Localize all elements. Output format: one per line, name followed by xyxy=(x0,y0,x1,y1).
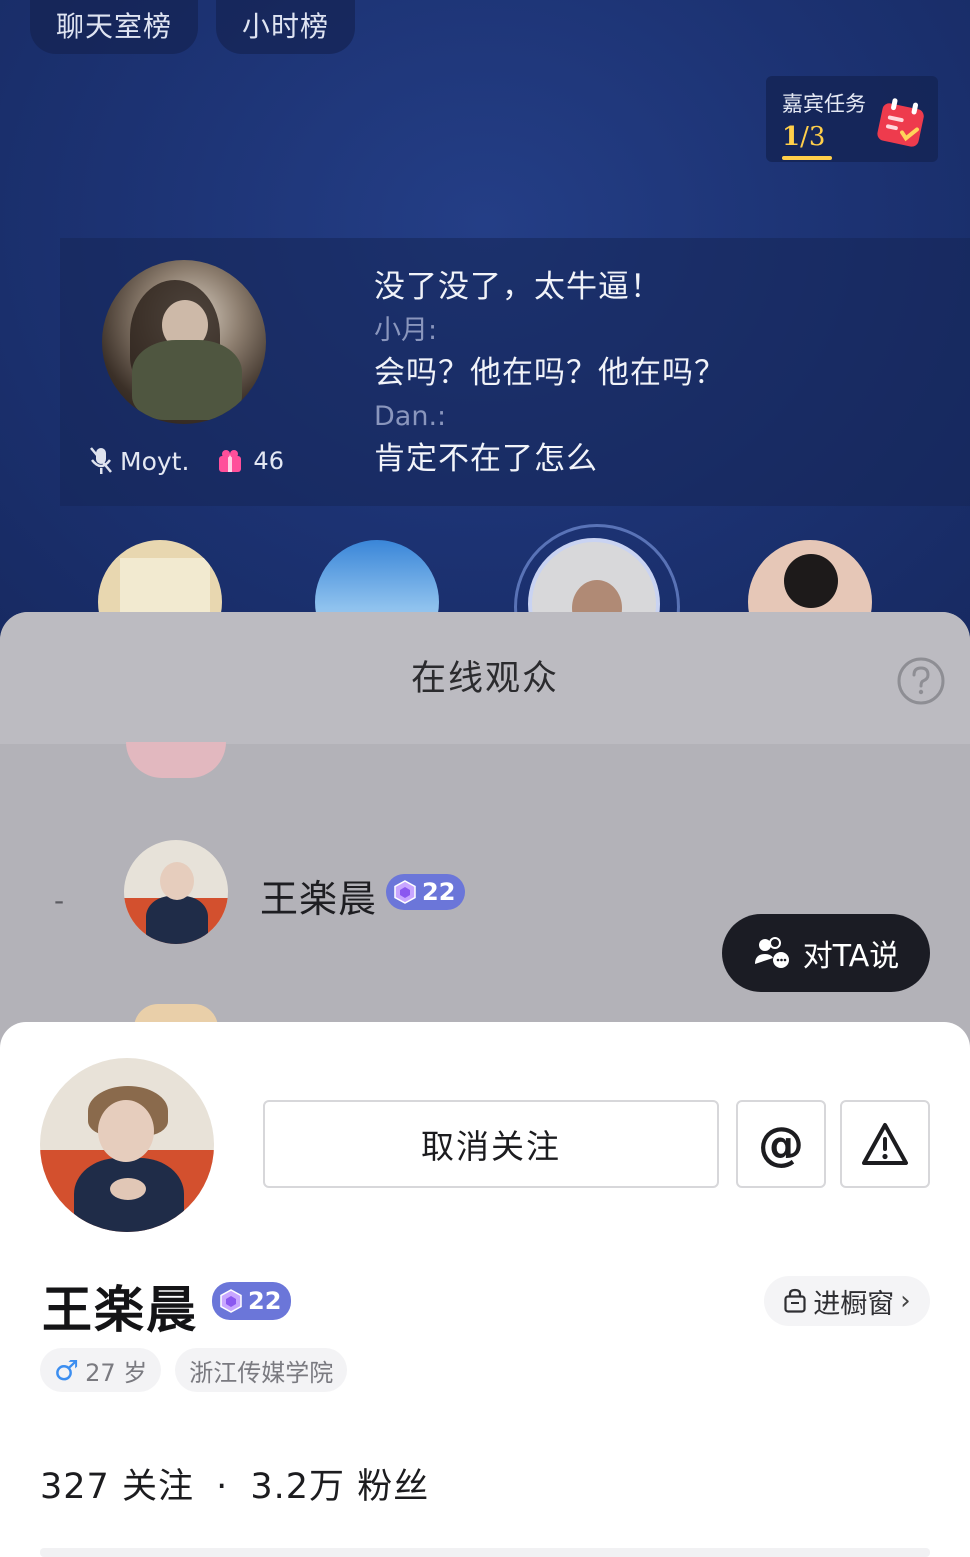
mention-button[interactable]: @ xyxy=(736,1100,826,1188)
fans-label[interactable]: 粉丝 xyxy=(357,1467,429,1507)
chat-sender: 小月: xyxy=(374,315,438,346)
guest-task-underline xyxy=(782,156,832,160)
chat-message: 没了没了，太牛逼！ xyxy=(374,269,662,305)
guest-seat-1-photo xyxy=(120,558,210,618)
profile-avatar-face xyxy=(98,1100,154,1162)
host-meta: Moyt. 46 xyxy=(88,444,284,478)
top-tabs: 聊天室榜 小时榜 xyxy=(30,0,356,54)
profile-avatar[interactable] xyxy=(40,1058,214,1232)
profile-level: 22 xyxy=(248,1287,282,1315)
mic-muted-icon xyxy=(90,447,112,474)
sheet-title: 在线观众 xyxy=(410,659,559,699)
guest-task-done: 1 xyxy=(782,122,801,152)
bottom-divider xyxy=(40,1548,930,1557)
audience-avatar[interactable] xyxy=(124,840,228,944)
chat-message: 会吗？他在吗？他在吗？ xyxy=(374,355,726,391)
tab-hourly-rank[interactable]: 小时榜 xyxy=(216,0,356,54)
profile-avatar-hands xyxy=(110,1178,146,1200)
chevron-right-icon: › xyxy=(900,1286,911,1316)
gift-icon xyxy=(219,450,242,472)
guest-task-label: 嘉宾任务 xyxy=(782,92,866,116)
at-icon: @ xyxy=(758,1117,804,1171)
guest-seat-4-photo xyxy=(784,554,838,608)
audience-avatar-coat xyxy=(146,896,208,944)
warning-icon xyxy=(862,1123,908,1165)
host-gift-count: 46 xyxy=(253,447,284,475)
app-screen: 聊天室榜 小时榜 嘉宾任务 1/3 Moyt. 46 没了没了，太牛逼！ 小月:… xyxy=(0,0,970,1557)
guest-task-progress: 1/3 xyxy=(782,122,825,152)
chat-messages: 没了没了，太牛逼！ 小月: 会吗？他在吗？他在吗？ Dan.: 肯定不在了怎么 xyxy=(374,266,726,481)
calendar-task-icon xyxy=(877,98,924,147)
shopping-bag-icon xyxy=(784,1288,806,1313)
live-room: 聊天室榜 小时榜 嘉宾任务 1/3 Moyt. 46 没了没了，太牛逼！ 小月:… xyxy=(0,0,970,690)
tab-chatroom-rank[interactable]: 聊天室榜 xyxy=(30,0,199,54)
audience-level: 22 xyxy=(422,878,456,906)
profile-name: 王楽晨 xyxy=(42,1281,198,1339)
profile-stats: 327 关注 · 3.2万 粉丝 xyxy=(40,1458,429,1509)
level-gem-icon xyxy=(220,1289,242,1313)
level-gem-icon xyxy=(394,880,416,904)
profile-level-badge: 22 xyxy=(212,1282,292,1320)
guest-task-widget[interactable]: 嘉宾任务 1/3 xyxy=(766,76,938,162)
user-profile-card: 取消关注 @ 王楽晨 22 进橱窗 › ♂ 27 岁 浙江传媒学院 327 关注… xyxy=(0,1022,970,1557)
fans-count[interactable]: 3.2万 xyxy=(250,1467,345,1507)
male-icon: ♂ xyxy=(54,1353,80,1387)
unfollow-button[interactable]: 取消关注 xyxy=(263,1100,719,1188)
audience-avatar-face xyxy=(160,862,194,900)
following-label[interactable]: 关注 xyxy=(122,1467,194,1507)
stats-separator: · xyxy=(216,1467,229,1507)
following-count[interactable]: 327 xyxy=(40,1467,110,1507)
audience-rank: - xyxy=(54,884,65,917)
showcase-button[interactable]: 进橱窗 › xyxy=(764,1276,930,1326)
age-value: 27 岁 xyxy=(85,1358,148,1387)
help-icon[interactable] xyxy=(896,656,946,706)
age-tag: ♂ 27 岁 xyxy=(40,1348,162,1392)
talk-to-user-label: 对TA说 xyxy=(802,939,900,974)
host-name: Moyt. xyxy=(120,446,190,476)
chat-message: 肯定不在了怎么 xyxy=(374,441,598,477)
profile-tags: ♂ 27 岁 浙江传媒学院 xyxy=(40,1348,348,1392)
audience-level-badge: 22 xyxy=(386,874,466,910)
showcase-label: 进橱窗 xyxy=(813,1288,895,1320)
guest-task-total: /3 xyxy=(800,122,826,152)
audience-avatar-partial xyxy=(126,742,226,778)
host-avatar[interactable] xyxy=(102,260,266,424)
sheet-header: 在线观众 xyxy=(0,612,970,744)
talk-to-user-button[interactable]: 对TA说 xyxy=(722,914,930,992)
audience-name[interactable]: 王楽晨 xyxy=(260,868,377,923)
report-button[interactable] xyxy=(840,1100,930,1188)
school-tag: 浙江传媒学院 xyxy=(175,1348,348,1392)
users-chat-icon xyxy=(754,937,789,968)
host-avatar-scarf xyxy=(132,340,242,420)
chat-sender: Dan.: xyxy=(374,401,447,432)
